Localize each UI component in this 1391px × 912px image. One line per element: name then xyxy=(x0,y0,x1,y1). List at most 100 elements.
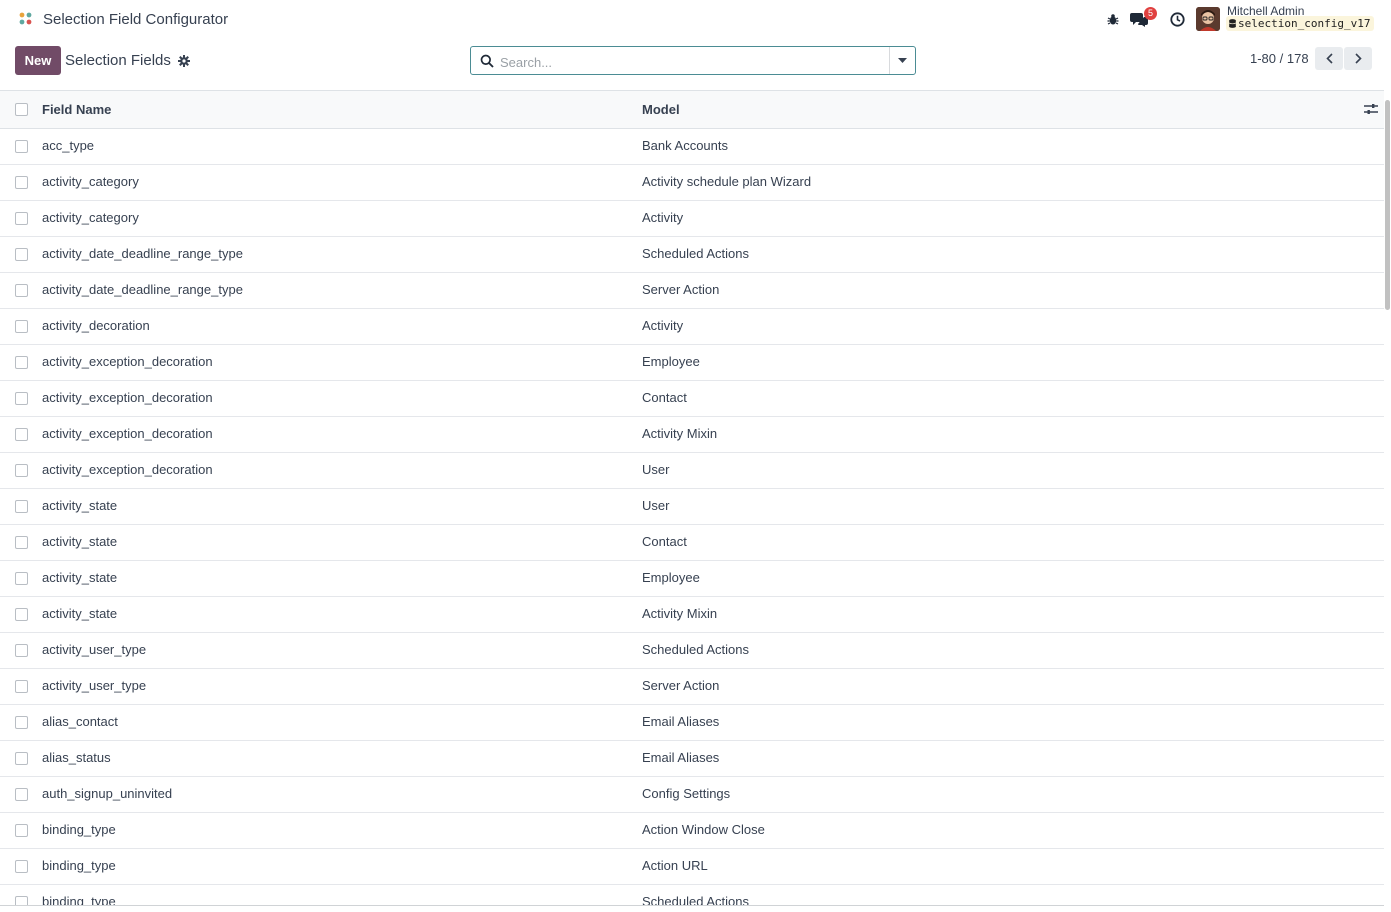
field-name-cell: activity_state xyxy=(42,498,118,513)
table-row[interactable]: alias_status Email Aliases xyxy=(0,741,1384,777)
database-icon xyxy=(1229,19,1236,28)
field-name-cell: activity_date_deadline_range_type xyxy=(42,282,243,297)
column-header-model[interactable]: Model xyxy=(642,102,680,117)
gear-icon[interactable] xyxy=(178,55,190,67)
database-badge: selection_config_v17 xyxy=(1226,16,1375,31)
model-cell: Bank Accounts xyxy=(642,138,728,153)
app-logo-icon[interactable] xyxy=(18,11,34,27)
list-view: Field Name Model acc_type Bank Accounts ac… xyxy=(0,90,1384,912)
row-checkbox[interactable] xyxy=(15,824,28,837)
field-name-cell: binding_type xyxy=(42,858,116,873)
search-input[interactable] xyxy=(498,51,862,73)
row-checkbox[interactable] xyxy=(15,284,28,297)
table-row[interactable]: acc_type Bank Accounts xyxy=(0,129,1384,165)
row-checkbox[interactable] xyxy=(15,680,28,693)
table-row[interactable]: binding_type Action URL xyxy=(0,849,1384,885)
table-row[interactable]: activity_date_deadline_range_type Server … xyxy=(0,273,1384,309)
optional-columns-icon[interactable] xyxy=(1364,103,1378,115)
row-checkbox[interactable] xyxy=(15,140,28,153)
field-name-cell: activity_user_type xyxy=(42,642,147,657)
row-checkbox[interactable] xyxy=(15,716,28,729)
field-name-cell: activity_exception_decoration xyxy=(42,462,213,477)
row-checkbox[interactable] xyxy=(15,752,28,765)
row-checkbox[interactable] xyxy=(15,248,28,261)
row-checkbox[interactable] xyxy=(15,608,28,621)
row-checkbox[interactable] xyxy=(15,464,28,477)
model-cell: Employee xyxy=(642,570,700,585)
table-row[interactable]: activity_user_type Server Action xyxy=(0,669,1384,705)
pager-previous-button[interactable] xyxy=(1315,47,1343,70)
app-title[interactable]: Selection Field Configurator xyxy=(43,11,228,28)
column-header-field-name[interactable]: Field Name xyxy=(42,102,111,117)
field-name-cell: activity_date_deadline_range_type xyxy=(42,246,243,261)
table-row[interactable]: activity_date_deadline_range_type Schedul… xyxy=(0,237,1384,273)
table-row[interactable]: activity_category Activity xyxy=(0,201,1384,237)
model-cell: Config Settings xyxy=(642,786,731,801)
row-checkbox[interactable] xyxy=(15,500,28,513)
field-name-cell: activity_state xyxy=(42,570,118,585)
row-checkbox[interactable] xyxy=(15,536,28,549)
model-cell: User xyxy=(642,462,670,477)
clock-icon[interactable] xyxy=(1169,11,1185,27)
model-cell: Activity schedule plan Wizard xyxy=(642,174,812,189)
table-row[interactable]: activity_exception_decoration Contact xyxy=(0,381,1384,417)
scrollbar[interactable] xyxy=(1384,90,1391,911)
page-title[interactable]: Selection Fields xyxy=(65,52,171,69)
table-row[interactable]: activity_state Contact xyxy=(0,525,1384,561)
table-row[interactable]: activity_exception_decoration User xyxy=(0,453,1384,489)
row-checkbox[interactable] xyxy=(15,428,28,441)
pager-value[interactable]: 1-80 / 178 xyxy=(1250,51,1309,66)
row-checkbox[interactable] xyxy=(15,392,28,405)
row-checkbox[interactable] xyxy=(15,212,28,225)
field-name-cell: activity_user_type xyxy=(42,678,147,693)
field-name-cell: alias_status xyxy=(42,750,111,765)
table-row[interactable]: binding_type Action Window Close xyxy=(0,813,1384,849)
field-name-cell: activity_exception_decoration xyxy=(42,390,213,405)
table-row[interactable]: activity_state Activity Mixin xyxy=(0,597,1384,633)
table-row[interactable]: activity_category Activity schedule plan … xyxy=(0,165,1384,201)
table-row[interactable]: activity_exception_decoration Activity Mi… xyxy=(0,417,1384,453)
row-checkbox[interactable] xyxy=(15,644,28,657)
table-row[interactable]: activity_exception_decoration Employee xyxy=(0,345,1384,381)
table-row[interactable]: auth_signup_uninvited Config Settings xyxy=(0,777,1384,813)
model-cell: Contact xyxy=(642,534,687,549)
model-cell: Email Aliases xyxy=(642,750,720,765)
chevron-left-icon xyxy=(1325,53,1333,64)
table-body: acc_type Bank Accounts activity_category Ac… xyxy=(0,129,1384,912)
field-name-cell: auth_signup_uninvited xyxy=(42,786,173,801)
model-cell: Activity xyxy=(642,210,684,225)
database-name: selection_config_v17 xyxy=(1238,17,1371,30)
pager-next-button[interactable] xyxy=(1344,47,1372,70)
model-cell: Action Window Close xyxy=(642,822,765,837)
row-checkbox[interactable] xyxy=(15,176,28,189)
table-row[interactable]: activity_state User xyxy=(0,489,1384,525)
table-row[interactable]: activity_state Employee xyxy=(0,561,1384,597)
avatar[interactable] xyxy=(1196,7,1220,31)
model-cell: Email Aliases xyxy=(642,714,720,729)
bug-icon[interactable] xyxy=(1106,11,1120,27)
field-name-cell: activity_exception_decoration xyxy=(42,426,213,441)
model-cell: Employee xyxy=(642,354,700,369)
select-all-checkbox[interactable] xyxy=(15,103,28,116)
model-cell: Scheduled Actions xyxy=(642,642,749,657)
model-cell: Server Action xyxy=(642,282,720,297)
table-row[interactable]: activity_decoration Activity xyxy=(0,309,1384,345)
table-row[interactable]: alias_contact Email Aliases xyxy=(0,705,1384,741)
scrollbar-thumb[interactable] xyxy=(1385,100,1390,310)
row-checkbox[interactable] xyxy=(15,356,28,369)
row-checkbox[interactable] xyxy=(15,320,28,333)
new-button[interactable]: New xyxy=(15,46,61,75)
field-name-cell: activity_exception_decoration xyxy=(42,354,213,369)
field-name-cell: activity_state xyxy=(42,606,118,621)
row-checkbox[interactable] xyxy=(15,572,28,585)
table-row[interactable]: activity_user_type Scheduled Actions xyxy=(0,633,1384,669)
row-checkbox[interactable] xyxy=(15,788,28,801)
field-name-cell: activity_state xyxy=(42,534,118,549)
field-name-cell: acc_type xyxy=(42,138,95,153)
model-cell: Server Action xyxy=(642,678,720,693)
search-options-toggle[interactable] xyxy=(889,47,915,74)
model-cell: Activity Mixin xyxy=(642,606,718,621)
model-cell: Scheduled Actions xyxy=(642,246,749,261)
row-checkbox[interactable] xyxy=(15,860,28,873)
field-name-cell: activity_category xyxy=(42,210,139,225)
